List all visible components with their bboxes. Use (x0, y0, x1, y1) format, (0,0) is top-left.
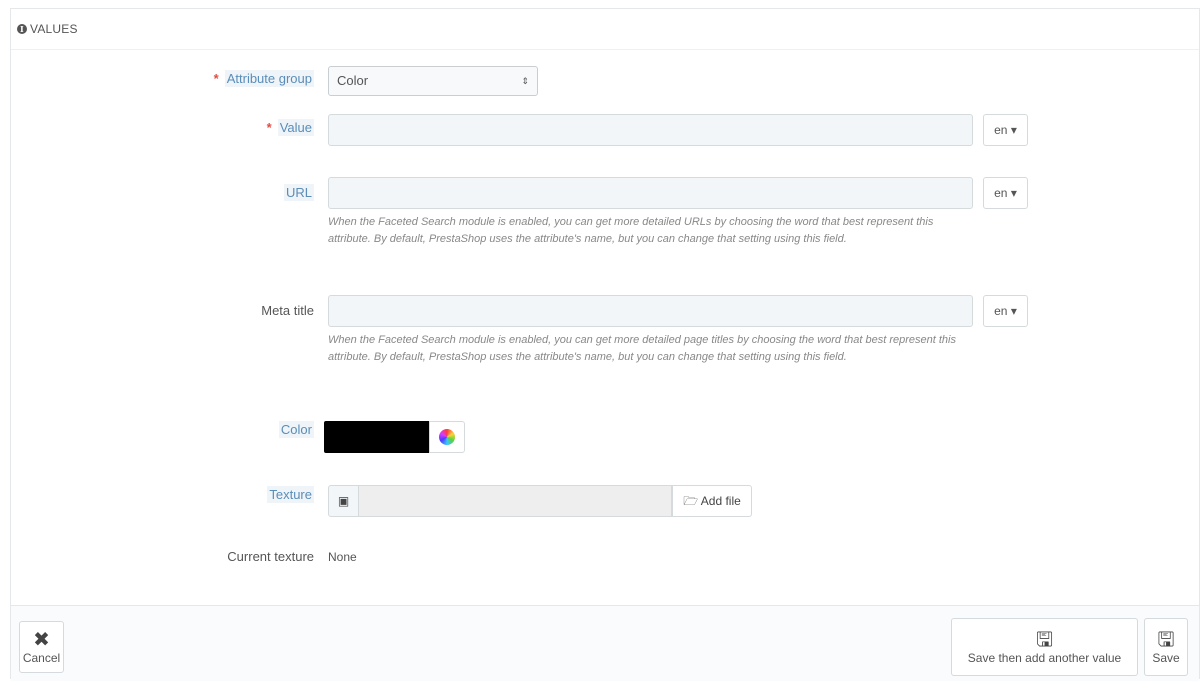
save-and-add-label: Save then add another value (967, 651, 1122, 665)
floppy-disk-icon: 🖫 (1157, 629, 1175, 651)
attribute-group-select[interactable]: Color ⇕ (328, 66, 538, 96)
meta-title-label-text: Meta title (261, 303, 314, 318)
color-wheel-icon (439, 429, 455, 445)
meta-title-help-text: When the Faceted Search module is enable… (328, 334, 956, 363)
value-input[interactable] (328, 114, 973, 146)
floppy-disk-icon: 🖫 (1035, 629, 1054, 651)
folder-open-icon: 🗁 (683, 494, 699, 508)
save-button[interactable]: 🖫 Save (1144, 618, 1188, 676)
url-lang-dropdown[interactable]: en ▾ (983, 177, 1028, 209)
close-icon: ✖ (33, 629, 50, 651)
url-label: URL (283, 183, 314, 203)
info-circle-icon: i (17, 24, 27, 34)
color-label: Color (278, 420, 314, 440)
required-mark: * (266, 120, 272, 135)
value-label: * Value (267, 118, 314, 138)
texture-file-input[interactable] (359, 485, 672, 517)
attribute-group-selected: Color (337, 73, 369, 88)
value-lang-dropdown[interactable]: en ▾ (983, 114, 1028, 146)
cancel-button[interactable]: ✖ Cancel (19, 621, 64, 673)
caret-down-icon: ▾ (1010, 123, 1017, 137)
values-panel: i VALUES * Attribute group Color ⇕ * Value… (10, 8, 1200, 681)
texture-label: Texture (267, 485, 314, 505)
required-mark: * (213, 71, 219, 86)
caret-down-icon: ▾ (1010, 304, 1017, 318)
url-input[interactable] (328, 177, 973, 209)
panel-title: VALUES (30, 22, 78, 36)
attribute-group-label-text: Attribute group (224, 70, 314, 87)
file-icon: ▣ (328, 485, 359, 517)
current-texture-label-text: Current texture (227, 549, 314, 564)
url-help-text: When the Faceted Search module is enable… (328, 216, 934, 245)
meta-title-label: Meta title (261, 301, 314, 321)
select-caret-icon: ⇕ (521, 76, 529, 86)
lang-code: en (994, 186, 1008, 200)
url-label-text: URL (283, 184, 314, 201)
value-label-text: Value (277, 119, 314, 136)
color-picker-button[interactable] (429, 421, 465, 453)
save-label: Save (1152, 651, 1180, 665)
panel-footer: ✖ Cancel 🖫 Save then add another value 🖫… (11, 605, 1199, 681)
cancel-label: Cancel (22, 651, 61, 665)
meta-title-lang-dropdown[interactable]: en ▾ (983, 295, 1028, 327)
lang-code: en (994, 304, 1008, 318)
texture-label-text: Texture (267, 486, 314, 503)
current-texture-value: None (328, 550, 357, 564)
panel-heading: i VALUES (11, 9, 1199, 50)
attribute-group-label: * Attribute group (214, 69, 314, 89)
color-label-text: Color (278, 421, 314, 438)
current-texture-label: Current texture (227, 547, 314, 567)
lang-code: en (994, 123, 1008, 137)
meta-title-input[interactable] (328, 295, 973, 327)
save-and-add-button[interactable]: 🖫 Save then add another value (951, 618, 1138, 676)
add-file-label: Add file (700, 494, 741, 508)
color-swatch-input[interactable] (324, 421, 429, 453)
caret-down-icon: ▾ (1010, 186, 1017, 200)
add-file-button[interactable]: 🗁 Add file (672, 485, 752, 517)
